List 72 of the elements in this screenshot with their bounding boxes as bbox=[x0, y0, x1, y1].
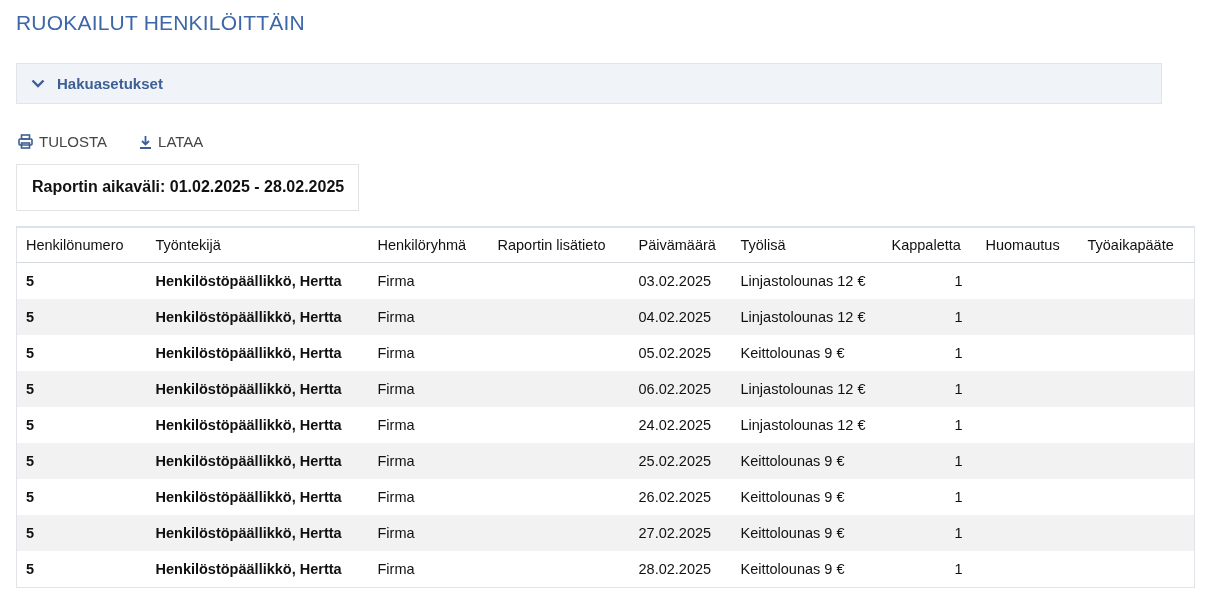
page-title: RUOKAILUT HENKILÖITTÄIN bbox=[16, 10, 306, 36]
column-header[interactable]: Päivämäärä bbox=[629, 227, 732, 263]
table-cell: 1 bbox=[954, 381, 963, 397]
table-cell: Henkilöstöpäällikkö, Hertta bbox=[155, 453, 342, 469]
printer-icon bbox=[18, 134, 33, 149]
column-header[interactable]: Työntekijä bbox=[146, 227, 369, 263]
table-cell: Firma bbox=[377, 345, 415, 361]
table-cell: Keittolounas 9 € bbox=[740, 489, 845, 505]
table-cell: Henkilöstöpäällikkö, Hertta bbox=[155, 381, 342, 397]
table-cell: Henkilöstöpäällikkö, Hertta bbox=[155, 417, 342, 433]
table-cell: 5 bbox=[26, 381, 35, 397]
table-cell: Linjastolounas 12 € bbox=[740, 381, 866, 397]
report-range: Raportin aikaväli: 01.02.2025 - 28.02.2025 bbox=[16, 164, 360, 211]
table-cell: 27.02.2025 bbox=[638, 525, 712, 541]
table-cell: 5 bbox=[26, 489, 35, 505]
table-cell: Firma bbox=[377, 561, 415, 577]
table-cell: 1 bbox=[954, 417, 963, 433]
table-cell: 26.02.2025 bbox=[638, 489, 712, 505]
table-cell: Henkilöstöpäällikkö, Hertta bbox=[155, 489, 342, 505]
column-header[interactable]: Henkilönumero bbox=[16, 227, 147, 263]
table-cell: 25.02.2025 bbox=[638, 453, 712, 469]
table-cell: 06.02.2025 bbox=[638, 381, 712, 397]
table-cell: Linjastolounas 12 € bbox=[740, 309, 866, 325]
column-header[interactable]: Huomautus bbox=[976, 227, 1079, 263]
table-cell: 03.02.2025 bbox=[638, 273, 712, 289]
column-header[interactable]: Työaikapääte bbox=[1078, 227, 1195, 263]
table-cell: Firma bbox=[377, 489, 415, 505]
search-settings-panel[interactable]: Hakuasetukset bbox=[16, 63, 1162, 104]
download-button[interactable]: LATAA bbox=[137, 133, 206, 150]
table-cell: 28.02.2025 bbox=[638, 561, 712, 577]
table-cell: 5 bbox=[26, 417, 35, 433]
print-button[interactable]: TULOSTA bbox=[16, 133, 110, 150]
table-cell: 24.02.2025 bbox=[638, 417, 712, 433]
panel-label: Hakuasetukset bbox=[57, 75, 163, 92]
table-cell: Henkilöstöpäällikkö, Hertta bbox=[155, 309, 342, 325]
table-cell: Firma bbox=[377, 417, 415, 433]
table-cell: 04.02.2025 bbox=[638, 309, 712, 325]
table-cell: Firma bbox=[377, 309, 415, 325]
table-cell: 5 bbox=[26, 309, 35, 325]
table-cell: 1 bbox=[954, 273, 963, 289]
table-cell: Firma bbox=[377, 525, 415, 541]
table-cell: 5 bbox=[26, 273, 35, 289]
table-cell: 1 bbox=[954, 489, 963, 505]
table-cell: Linjastolounas 12 € bbox=[740, 417, 866, 433]
download-icon bbox=[139, 134, 153, 149]
table-cell: Henkilöstöpäällikkö, Hertta bbox=[155, 561, 342, 577]
column-header[interactable]: Raportin lisätieto bbox=[488, 227, 630, 263]
table-cell: Henkilöstöpäällikkö, Hertta bbox=[155, 345, 342, 361]
table-cell: Keittolounas 9 € bbox=[740, 561, 845, 577]
table-cell: Henkilöstöpäällikkö, Hertta bbox=[155, 273, 342, 289]
table-cell: Henkilöstöpäällikkö, Hertta bbox=[155, 525, 342, 541]
table-cell: 1 bbox=[954, 345, 963, 361]
table-cell: 5 bbox=[26, 453, 35, 469]
table-cell: Linjastolounas 12 € bbox=[740, 273, 866, 289]
column-header[interactable]: Kappaletta bbox=[882, 227, 977, 263]
table-cell: 5 bbox=[26, 525, 35, 541]
table-cell: Firma bbox=[377, 273, 415, 289]
table-cell: Keittolounas 9 € bbox=[740, 453, 845, 469]
table-cell: 1 bbox=[954, 453, 963, 469]
table-cell: Firma bbox=[377, 453, 415, 469]
chevron-icon bbox=[31, 79, 45, 88]
table-cell: 05.02.2025 bbox=[638, 345, 712, 361]
table-cell: Firma bbox=[377, 381, 415, 397]
table-cell: 1 bbox=[954, 525, 963, 541]
table-cell: Keittolounas 9 € bbox=[740, 345, 845, 361]
table-cell: 5 bbox=[26, 345, 35, 361]
column-header[interactable]: Työlisä bbox=[731, 227, 883, 263]
table-cell: 5 bbox=[26, 561, 35, 577]
table-cell: 1 bbox=[954, 309, 963, 325]
table-cell: 1 bbox=[954, 561, 963, 577]
table-cell: Keittolounas 9 € bbox=[740, 525, 845, 541]
column-header[interactable]: Henkilöryhmä bbox=[368, 227, 489, 263]
